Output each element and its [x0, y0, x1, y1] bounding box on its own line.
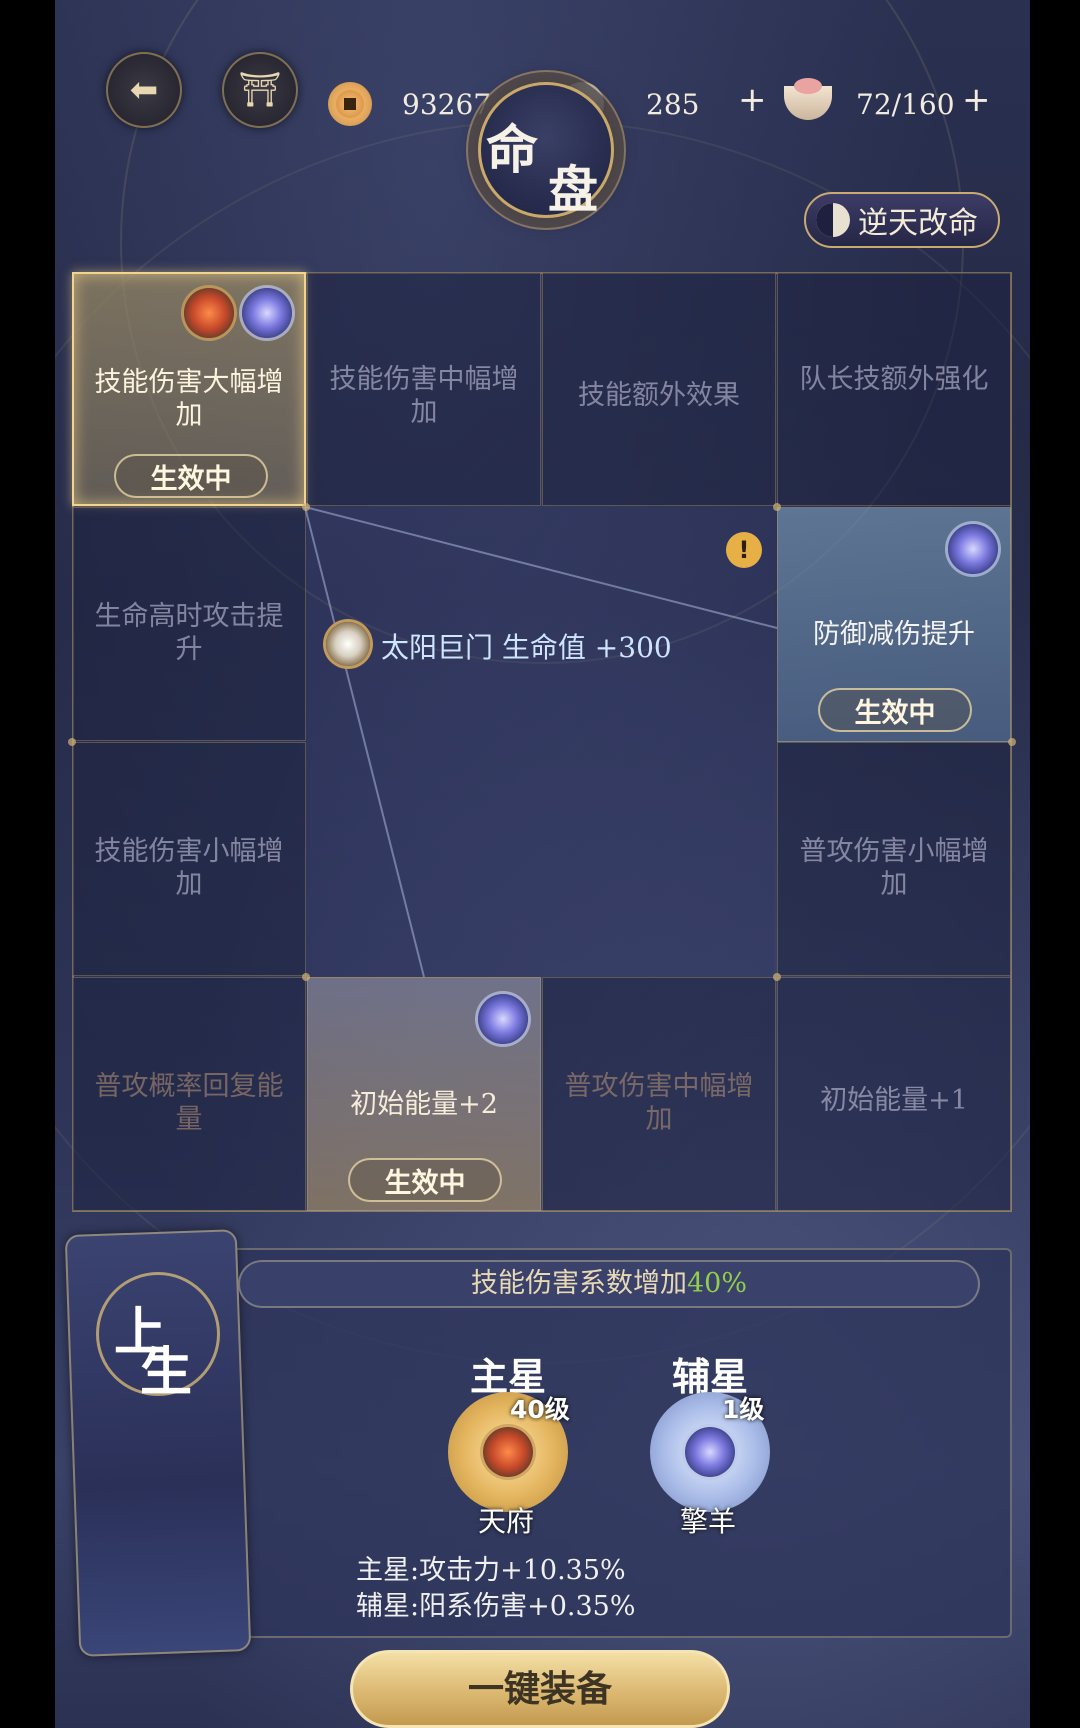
game-screen: ⬅ ⛩ 93267 + 285 + 72/160 + 命 盘 逆天改命 技能伤害…: [0, 0, 1080, 1728]
effect-text: 技能伤害系数增加: [470, 1268, 687, 1299]
aux-star-attribute: 辅星:阳系伤害+0.35%: [356, 1591, 636, 1622]
grid-node: [773, 503, 781, 511]
letterbox-left: [0, 0, 55, 1728]
grid-node: [773, 973, 781, 981]
palace-name-part2: 生: [140, 1342, 193, 1403]
alert-icon[interactable]: !: [726, 532, 762, 568]
main-star-gem-icon: [483, 1427, 533, 1477]
aux-star-level: 1级: [722, 1395, 765, 1424]
grid-node: [302, 973, 310, 981]
main-star-level: 40级: [510, 1395, 570, 1424]
main-star-attribute: 主星:攻击力+10.35%: [356, 1555, 626, 1586]
grid-node: [1008, 738, 1016, 746]
letterbox-right: [1030, 0, 1080, 1728]
aux-star-gem-icon: [685, 1427, 735, 1477]
effect-summary: 技能伤害系数增加40%: [238, 1260, 980, 1308]
mirror-icon: [326, 622, 370, 666]
grid-node: [68, 738, 76, 746]
aux-star-name: 擎羊: [680, 1505, 737, 1538]
center-stat-text: 太阳巨门 生命值 +300: [381, 631, 672, 664]
effect-value: 40%: [686, 1268, 747, 1299]
main-star-name: 天府: [478, 1505, 535, 1538]
grid-node: [302, 503, 310, 511]
one-click-equip-button[interactable]: 一键装备: [350, 1650, 730, 1728]
